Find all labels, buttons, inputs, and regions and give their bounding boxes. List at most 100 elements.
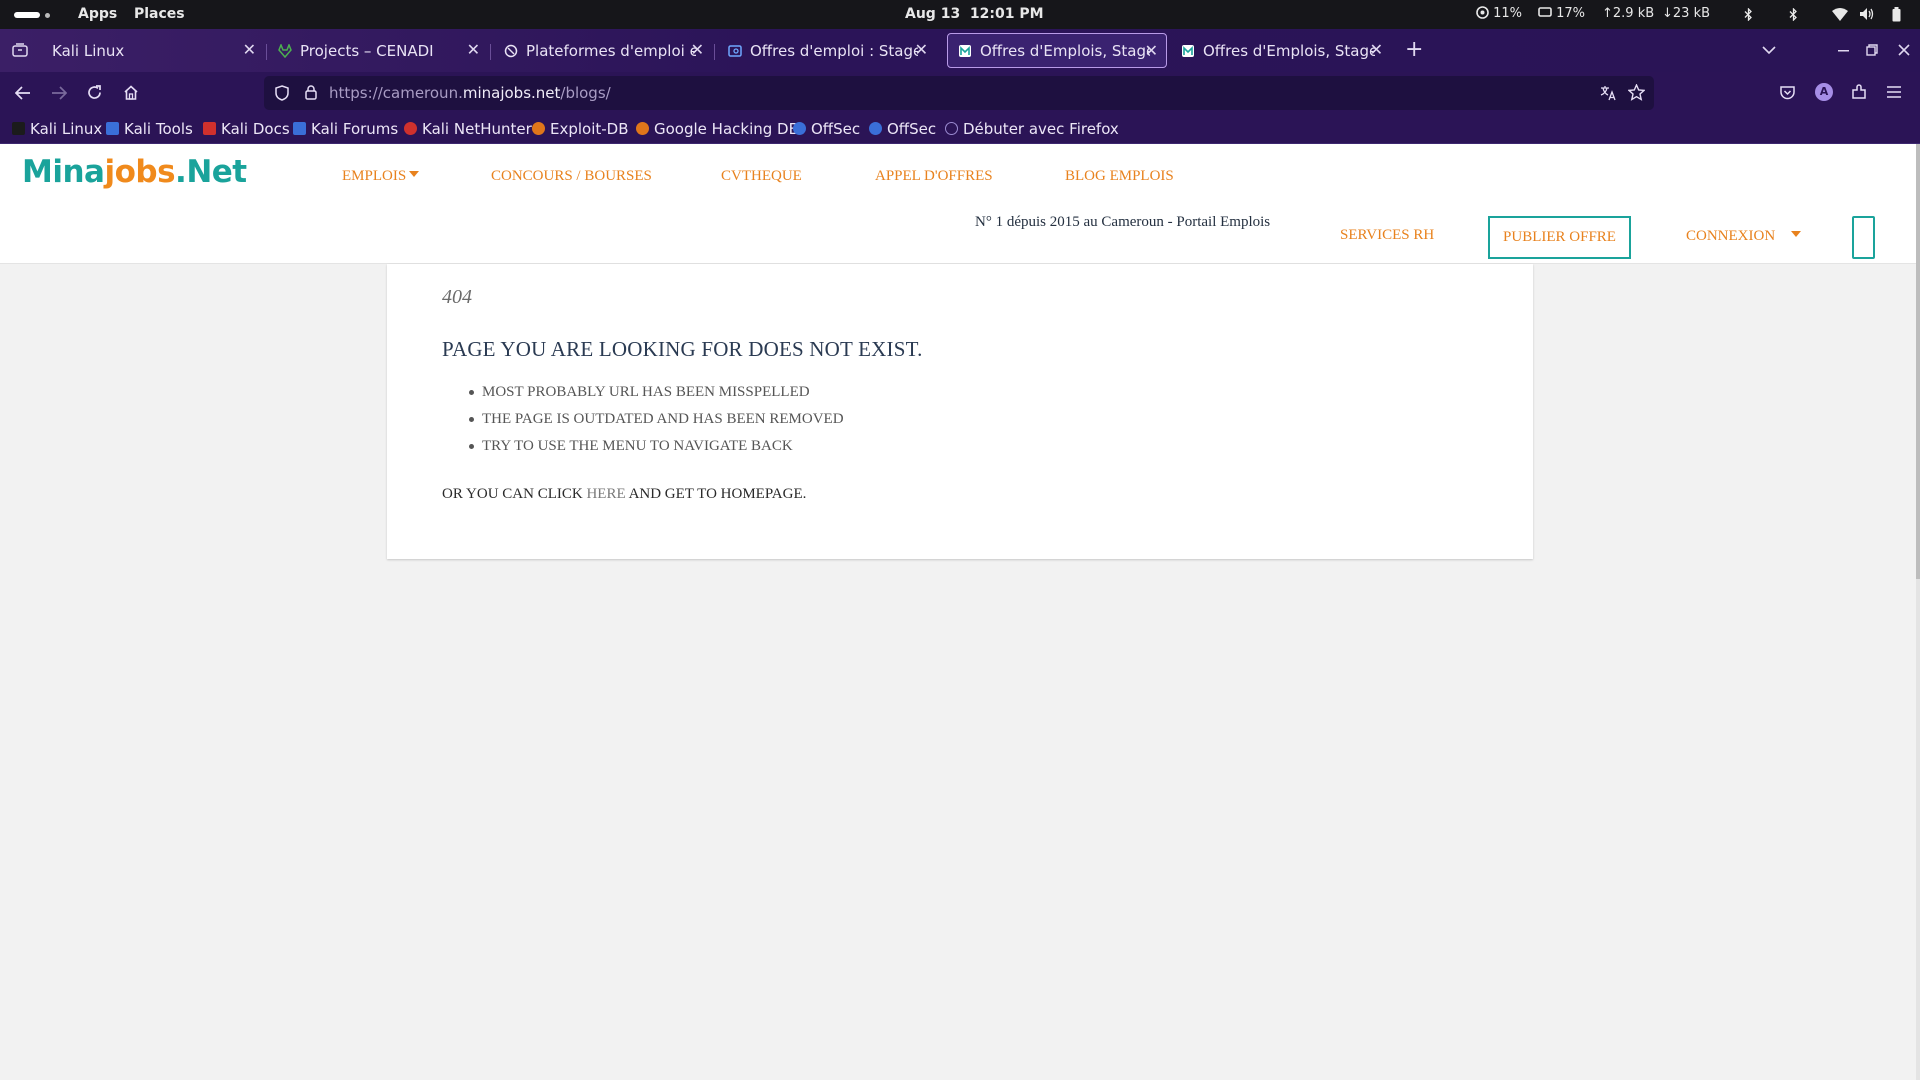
bookmark-kali-forums[interactable]: Kali Forums [293,120,398,138]
bookmark-label: Kali Forums [311,120,399,138]
workspace-indicator[interactable] [45,13,50,18]
bookmark-label: Kali Docs [221,120,290,138]
tab-offres-emploi-stage[interactable]: Offres d'emploi : Stage au ✕ [718,33,936,68]
menu-cvtheque[interactable]: CVTHEQUE [721,168,802,185]
mobile-menu-button[interactable] [1852,216,1875,259]
url-text[interactable]: https://cameroun.minajobs.net/blogs/ [329,84,611,102]
menu-services-rh[interactable]: SERVICES RH [1340,227,1434,244]
url-domain: minajobs.net [462,84,561,102]
error-card: 404 PAGE YOU ARE LOOKING FOR DOES NOT EX… [387,264,1533,559]
system-top-bar: Apps Places Aug 13 12:01 PM 11% 17% ↑2.9… [0,0,1920,29]
bookmark-label: OffSec [811,120,861,138]
tab-offres-emplois-2[interactable]: Offres d'Emplois, Stages ✕ [1171,33,1391,68]
page-scrollbar[interactable] [1916,144,1920,1080]
home-icon[interactable] [123,85,139,100]
volume-icon[interactable] [1859,7,1875,21]
close-icon[interactable]: ✕ [915,40,928,59]
bluetooth-icon-2[interactable] [1789,8,1798,21]
apps-menu[interactable]: Apps [78,6,117,22]
bookmark-kali-linux[interactable]: Kali Linux [12,120,102,138]
reload-icon[interactable] [87,85,102,100]
menu-concours-bourses[interactable]: CONCOURS / BOURSES [491,168,652,185]
kali-docs-icon [203,122,216,135]
kali-linux-icon [12,122,25,135]
site-header: Minajobs.Net EMPLOIS CONCOURS / BOURSES … [0,144,1916,264]
minimize-icon[interactable] [1838,50,1849,52]
minajobs-logo[interactable]: Minajobs.Net [22,154,247,190]
tab-projects-cenadi[interactable]: Projects – CENADI ✕ [268,33,488,68]
bookmark-label: Débuter avec Firefox [963,120,1119,138]
tab-offres-emplois-active[interactable]: Offres d'Emplois, Stages ✕ [947,33,1167,68]
close-window-icon[interactable] [1898,44,1910,56]
tab-label: Projects – CENADI [300,41,434,60]
error-footer: OR YOU CAN CLICK HERE AND GET TO HOMEPAG… [442,486,806,503]
extensions-icon[interactable] [1851,84,1867,100]
url-prefix: https://cameroun. [329,84,463,102]
connexion-dropdown[interactable]: CONNEXION [1686,228,1802,245]
bookmark-offsec[interactable]: OffSec [793,120,860,138]
shield-icon[interactable] [275,85,289,101]
close-icon[interactable]: ✕ [1370,40,1383,59]
tab-label: Plateformes d'emploi et s [526,41,696,60]
footer-text-after: AND GET TO HOMEPAGE. [628,486,807,502]
close-icon[interactable]: ✕ [467,40,480,59]
error-reasons-list: MOST PROBABLY URL HAS BEEN MISSPELLED TH… [442,383,844,464]
list-tabs-icon[interactable] [1762,46,1776,55]
tab-plateformes-emploi[interactable]: Plateformes d'emploi et s ✕ [494,33,712,68]
bookmark-google-hacking-db[interactable]: Google Hacking DB [636,120,799,138]
pocket-icon[interactable] [1780,85,1795,100]
translate-icon[interactable] [1600,85,1617,101]
firefox-view-icon[interactable] [12,43,28,57]
caret-down-icon [409,171,420,177]
download-indicator: ↓23 kB [1662,6,1710,21]
tab-label: Offres d'emploi : Stage au [750,41,918,60]
logo-part-net: .Net [175,154,247,190]
tab-kali-linux[interactable]: Kali Linux ✕ [42,33,264,68]
scrollbar-thumb[interactable] [1916,144,1920,579]
new-tab-icon[interactable]: + [1405,37,1423,62]
bookmark-label: OffSec [887,120,937,138]
bluetooth-icon[interactable] [1744,8,1753,21]
places-menu[interactable]: Places [134,6,185,22]
bookmark-star-icon[interactable] [1628,84,1645,101]
menu-emplois[interactable]: EMPLOIS [342,168,420,185]
menu-blog-emplois[interactable]: BLOG EMPLOIS [1065,168,1174,185]
menu-emplois-label: EMPLOIS [342,168,407,184]
menu-appel-offres[interactable]: APPEL D'OFFRES [875,168,993,185]
bookmark-kali-docs[interactable]: Kali Docs [203,120,290,138]
battery-icon[interactable] [1892,7,1901,22]
bookmark-debuter-firefox[interactable]: Débuter avec Firefox [945,120,1119,138]
wifi-icon[interactable] [1832,8,1848,21]
forward-arrow-icon[interactable] [51,86,67,100]
bookmark-kali-nethunter[interactable]: Kali NetHunter [404,120,532,138]
hamburger-menu-icon[interactable] [1887,86,1901,98]
publier-offre-button[interactable]: PUBLIER OFFRE [1488,216,1631,259]
back-arrow-icon[interactable] [15,86,31,100]
bookmark-kali-tools[interactable]: Kali Tools [106,120,193,138]
kali-nethunter-icon [404,122,417,135]
cpu-value: 11% [1493,6,1523,21]
account-avatar-icon[interactable]: A [1815,83,1833,101]
download-value: 23 kB [1672,6,1711,21]
kali-forums-icon [293,122,306,135]
restore-icon[interactable] [1866,44,1878,56]
logo-part-mina: Mina [22,154,105,190]
workspace-indicator-active[interactable] [14,12,40,18]
memory-value: 17% [1556,6,1586,21]
homepage-link[interactable]: HERE [586,486,625,502]
arrow-up-icon: ↑ [1602,6,1613,21]
bookmark-exploit-db[interactable]: Exploit-DB [532,120,629,138]
clock[interactable]: Aug 13 12:01 PM [905,6,1044,22]
minajobs-favicon [959,44,971,57]
arrow-down-icon: ↓ [1662,6,1673,21]
tab-label: Offres d'Emplois, Stages [1203,41,1375,60]
url-bar[interactable]: https://cameroun.minajobs.net/blogs/ [264,76,1654,110]
logo-part-jobs: jobs [104,154,176,190]
bookmark-offsec-2[interactable]: OffSec [869,120,936,138]
close-icon[interactable]: ✕ [691,40,704,59]
navigation-toolbar: https://cameroun.minajobs.net/blogs/ A [0,72,1920,114]
close-icon[interactable]: ✕ [1145,41,1158,60]
lock-icon[interactable] [305,85,317,100]
close-icon[interactable]: ✕ [243,40,256,59]
bookmark-label: Kali Linux [30,120,103,138]
